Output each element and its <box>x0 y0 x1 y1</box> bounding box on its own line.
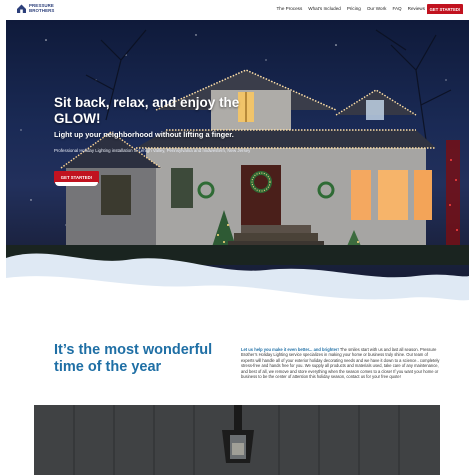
header-get-started-label: GET STARTED! <box>429 7 461 12</box>
header-get-started-button[interactable]: GET STARTED! <box>427 4 463 17</box>
hero-subtitle: Light up your neighborhood without lifti… <box>54 130 234 139</box>
nav-item-our-work[interactable]: Our Work <box>367 6 387 11</box>
hero-get-started-button[interactable]: GET STARTED! <box>54 171 99 186</box>
intro-heading: It’s the most wonderful time of the year <box>54 342 213 375</box>
intro-lead: Let us help you make it even better... a… <box>241 347 339 352</box>
brand-name: PRESSURE BROTHERS <box>29 3 54 13</box>
lamp-photo <box>34 405 440 475</box>
nav-item-reviews[interactable]: Reviews <box>408 6 425 11</box>
hero-get-started-label: GET STARTED! <box>60 174 93 180</box>
snow-cap-decoration <box>55 182 98 186</box>
hero-background-illustration <box>6 29 469 320</box>
snow-cap-decoration <box>427 14 463 17</box>
nav-item-faq[interactable]: FAQ <box>392 6 401 11</box>
intro-body: Let us help you make it even better... a… <box>241 347 441 379</box>
nav-item-whats-included[interactable]: What's Included <box>308 6 341 11</box>
siding-lamp-illustration <box>34 405 440 475</box>
intro-body-text: The smiles start with us and last all se… <box>241 347 440 380</box>
intro-section: It’s the most wonderful time of the year… <box>6 320 469 405</box>
hero-section: Sit back, relax, and enjoy the GLOW! Lig… <box>6 20 469 320</box>
nav-item-the-process[interactable]: The Process <box>276 6 302 11</box>
hero-title: Sit back, relax, and enjoy the GLOW! <box>54 95 240 126</box>
nav-item-pricing[interactable]: Pricing <box>347 6 361 11</box>
main-nav: The Process What's Included Pricing Our … <box>276 6 425 11</box>
brand-line2: BROTHERS <box>29 8 55 13</box>
hero-description: Professional Holiday Lighting installati… <box>54 148 251 153</box>
site-header: PRESSURE BROTHERS The Process What's Inc… <box>6 0 469 20</box>
logo-house-icon <box>17 4 26 13</box>
brand-logo[interactable]: PRESSURE BROTHERS <box>16 2 58 16</box>
